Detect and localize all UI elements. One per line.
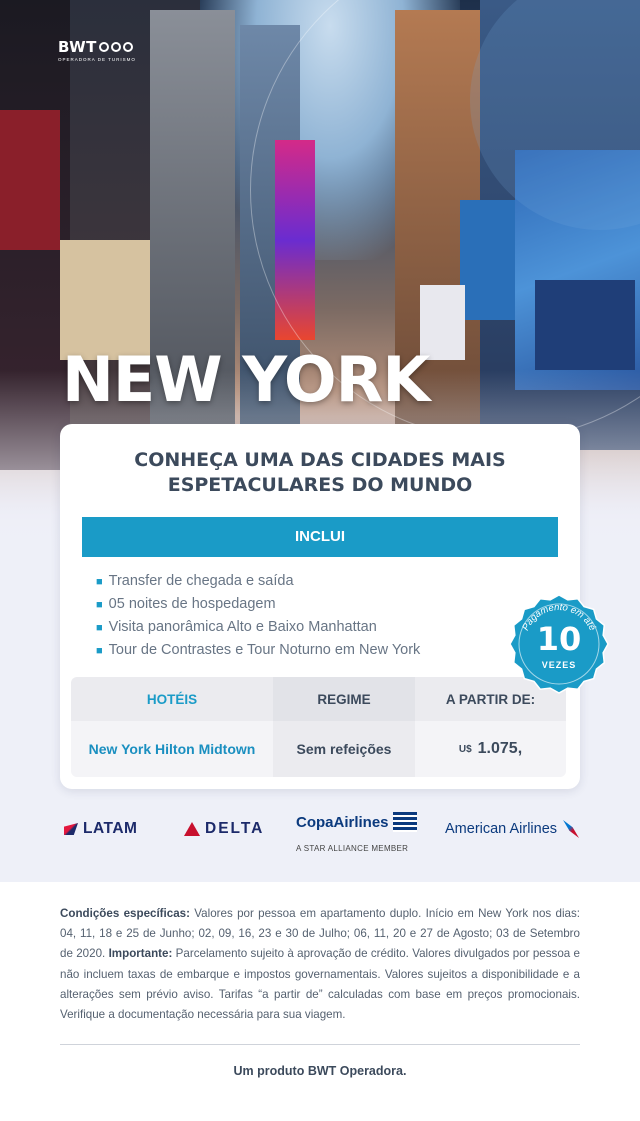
copa-flag-icon: [392, 812, 417, 832]
card-title-line: CONHEÇA UMA DAS CIDADES MAIS: [134, 449, 506, 471]
table-header-row: HOTÉIS REGIME A PARTIR DE:: [71, 677, 566, 721]
latam-name: LATAM: [83, 820, 138, 837]
price-value: 1.075,: [477, 740, 523, 757]
badge-unit: VEZES: [541, 660, 577, 670]
header-hotels: HOTÉIS: [71, 677, 273, 721]
brand-logo[interactable]: BWT OPERADORA DE TURISMO: [58, 38, 136, 62]
meal-regime: Sem refeições: [273, 721, 415, 777]
latam-logo: LATAM: [64, 820, 137, 838]
logo-circle-icon: [110, 42, 121, 52]
american-airlines-logo: American Airlines: [445, 820, 580, 838]
price-currency: U$: [458, 743, 472, 755]
header-regime: REGIME: [273, 677, 415, 721]
logo-subtitle: OPERADORA DE TURISMO: [58, 57, 136, 62]
important-label: Importante:: [108, 947, 173, 961]
american-name: American Airlines: [445, 821, 558, 837]
copa-name: CopaAirlines: [296, 813, 389, 831]
copa-logo: CopaAirlines A STAR ALLIANCE MEMBER: [296, 812, 417, 853]
badge-number: 10: [536, 620, 582, 658]
list-item-text: Transfer de chegada e saída: [108, 573, 294, 589]
price-cell: U$ 1.075,: [415, 721, 566, 777]
delta-name: DELTA: [205, 820, 265, 837]
list-item-text: Tour de Contrastes e Tour Noturno em New…: [108, 642, 421, 658]
product-credit: Um produto BWT Operadora.: [233, 1064, 407, 1078]
list-item: ■ 05 noites de hospedagem: [96, 593, 420, 616]
delta-logo: DELTA: [184, 820, 264, 838]
hotel-name[interactable]: New York Hilton Midtown: [71, 721, 273, 777]
logo-text: BWT: [58, 38, 97, 56]
list-item-text: 05 noites de hospedagem: [108, 596, 276, 612]
bullet-icon: ■: [96, 576, 103, 588]
list-item-text: Visita panorâmica Alto e Baixo Manhattan: [108, 619, 377, 635]
billboard: [0, 110, 60, 250]
logo-circle-icon: [122, 42, 133, 52]
destination-title: NEW YORK: [62, 343, 430, 416]
conditions-text: Condições específicas: Valores por pesso…: [60, 904, 580, 1025]
divider: [60, 1044, 580, 1045]
conditions-label: Condições específicas:: [60, 907, 190, 920]
includes-list: ■ Transfer de chegada e saída ■ 05 noites …: [96, 570, 420, 662]
logo-circle-icon: [98, 42, 109, 52]
table-row: New York Hilton Midtown Sem refeições U$…: [71, 721, 566, 777]
footer: Condições específicas: Valores por pesso…: [0, 882, 640, 1121]
bullet-icon: ■: [96, 599, 103, 611]
list-item: ■ Visita panorâmica Alto e Baixo Manhatta…: [96, 616, 420, 639]
list-item: ■ Transfer de chegada e saída: [96, 570, 420, 593]
package-card: CONHEÇA UMA DAS CIDADES MAIS ESPETACULAR…: [60, 424, 580, 789]
airline-logos: LATAM DELTA CopaAirlines A STAR ALLIANCE…: [0, 812, 640, 862]
latam-icon: [64, 823, 78, 835]
bullet-icon: ■: [96, 622, 103, 634]
list-item: ■ Tour de Contrastes e Tour Noturno em Ne…: [96, 639, 420, 662]
card-title: CONHEÇA UMA DAS CIDADES MAIS ESPETACULAR…: [60, 448, 580, 498]
card-title-line: ESPETACULARES DO MUNDO: [167, 474, 473, 496]
billboard: [60, 240, 150, 360]
pricing-table: HOTÉIS REGIME A PARTIR DE: New York Hilt…: [71, 677, 566, 777]
bullet-icon: ■: [96, 645, 103, 657]
copa-star-alliance: A STAR ALLIANCE MEMBER: [296, 844, 409, 853]
installments-badge: Pagamento em até 10 VEZES: [509, 594, 609, 694]
delta-triangle-icon: [184, 822, 200, 836]
american-eagle-icon: [563, 820, 580, 838]
includes-header: INCLUI: [82, 517, 558, 557]
